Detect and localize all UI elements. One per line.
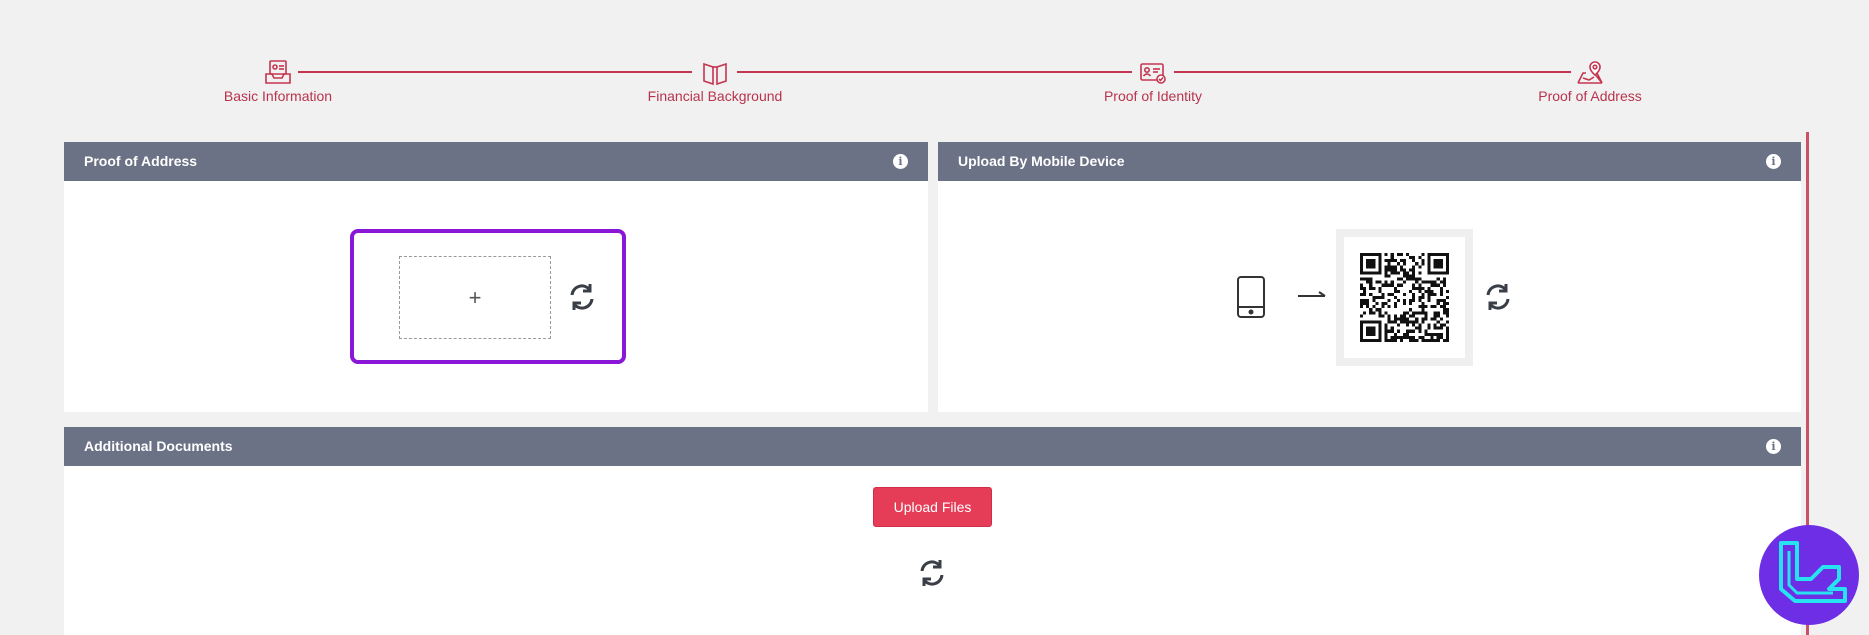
map-pin-icon [1577, 61, 1603, 84]
step-proof-of-address[interactable]: Proof of Address [1480, 55, 1700, 104]
step-label: Proof of Identity [1103, 88, 1203, 104]
progress-stepper: Basic Information Financial Background P… [0, 0, 1869, 120]
info-icon[interactable]: i [1766, 154, 1781, 169]
refresh-icon[interactable] [916, 557, 948, 589]
brand-logo-icon [1779, 541, 1847, 603]
panel-header: Proof of Address i [64, 142, 928, 181]
qr-code-image [1360, 253, 1449, 342]
panel-title: Proof of Address [84, 153, 198, 169]
plus-icon: + [468, 284, 482, 310]
panel-title: Additional Documents [84, 438, 233, 454]
step-label: Proof of Address [1538, 88, 1642, 104]
panel-title: Upload By Mobile Device [958, 153, 1125, 169]
step-label: Basic Information [223, 88, 333, 104]
brand-logo [1759, 525, 1859, 625]
step-basic-information[interactable]: Basic Information [168, 55, 388, 104]
refresh-icon[interactable] [566, 281, 598, 313]
step-proof-of-identity[interactable]: Proof of Identity [1043, 55, 1263, 104]
qr-code-frame [1336, 229, 1473, 366]
step-label: Financial Background [647, 88, 783, 104]
open-book-icon [703, 62, 727, 86]
file-dropzone[interactable]: + [399, 256, 551, 339]
upload-by-mobile-panel: Upload By Mobile Device i [938, 142, 1801, 412]
id-tray-icon [265, 60, 291, 84]
refresh-icon[interactable] [1482, 281, 1514, 313]
id-card-check-icon [1140, 63, 1166, 84]
upload-files-button[interactable]: Upload Files [873, 487, 992, 527]
info-icon[interactable]: i [893, 154, 908, 169]
document-upload-area: + [350, 229, 626, 364]
panel-header: Additional Documents i [64, 427, 1801, 466]
proof-of-address-panel: Proof of Address i + [64, 142, 928, 412]
additional-documents-panel: Additional Documents i Upload Files [64, 427, 1801, 635]
step-financial-background[interactable]: Financial Background [605, 55, 825, 104]
info-icon[interactable]: i [1766, 439, 1781, 454]
arrow-right-icon [1298, 291, 1326, 297]
mobile-phone-icon [1237, 276, 1265, 318]
panel-header: Upload By Mobile Device i [938, 142, 1801, 181]
